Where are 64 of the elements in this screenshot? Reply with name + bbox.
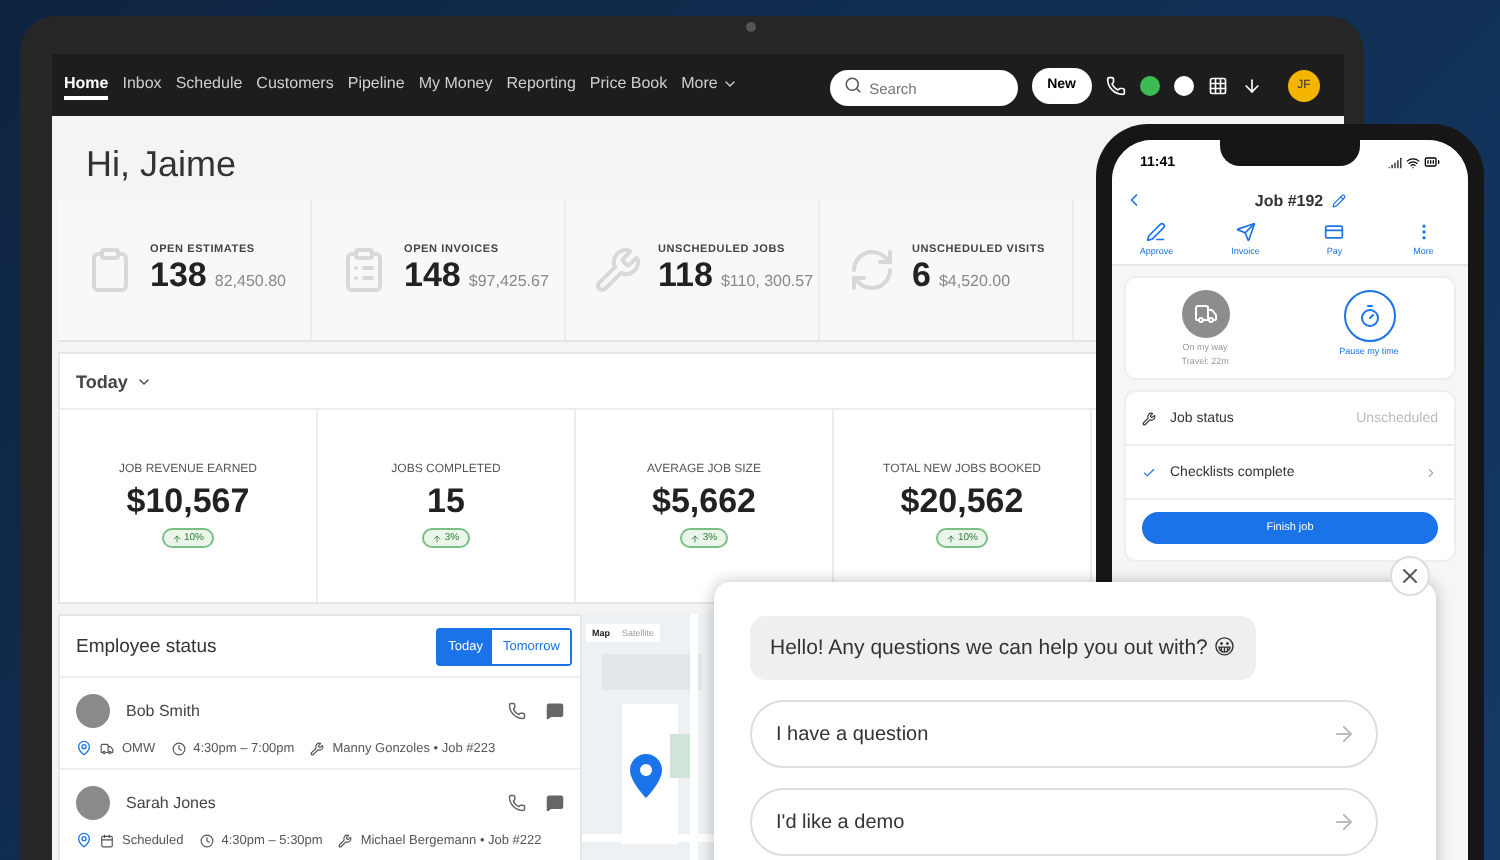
wrench-icon xyxy=(1142,411,1156,425)
truck-icon xyxy=(100,741,114,755)
nav-tab[interactable]: Reporting xyxy=(506,70,576,100)
employee-name: Sarah Jones xyxy=(126,794,216,812)
nav-tab[interactable]: Home xyxy=(64,70,109,100)
search-icon xyxy=(843,76,862,94)
summary-icon xyxy=(594,246,642,294)
kpi-value: $5,662 xyxy=(652,482,756,522)
period-select[interactable]: Today xyxy=(76,371,128,391)
nav-tab[interactable]: Price Book xyxy=(589,70,668,100)
battery-icon xyxy=(1424,154,1440,170)
nav-tab[interactable]: More xyxy=(681,70,738,100)
summary-amount: $97,425.67 xyxy=(468,272,549,290)
phone-notch xyxy=(1220,140,1360,166)
nav-tab[interactable]: Inbox xyxy=(122,70,162,100)
pin-icon xyxy=(76,740,92,756)
invoice-icon xyxy=(1235,222,1256,242)
kpi-value: $20,562 xyxy=(900,482,1024,522)
nav-tab[interactable]: Customers xyxy=(256,70,334,100)
chat-message: Hello! Any questions we can help you out with? 😀 xyxy=(750,616,1256,680)
kpi-value: $10,567 xyxy=(126,482,250,522)
calendar-icon xyxy=(100,833,114,847)
signal-icon xyxy=(1388,155,1402,169)
summary-amount: 82,450.80 xyxy=(214,272,286,290)
avatar xyxy=(76,694,110,728)
nav-tab[interactable]: Schedule xyxy=(175,70,243,100)
download-icon[interactable] xyxy=(1242,75,1262,95)
message-icon[interactable] xyxy=(546,794,564,812)
summary-icon xyxy=(86,246,134,294)
clock-icon xyxy=(199,833,214,847)
summary-icon xyxy=(340,246,388,294)
arrow-icon xyxy=(1332,722,1356,746)
wrench-icon xyxy=(310,741,325,755)
chat-option[interactable]: I have a question xyxy=(750,700,1378,768)
employee-name: Bob Smith xyxy=(126,702,200,720)
message-icon[interactable] xyxy=(546,702,564,720)
kpi-value: 15 xyxy=(427,482,465,522)
stopwatch-icon xyxy=(1357,304,1382,328)
avatar xyxy=(76,786,110,820)
close-icon xyxy=(1398,564,1422,588)
summary-count: 138 xyxy=(150,256,207,294)
pin-icon xyxy=(76,832,92,848)
truck-icon xyxy=(1193,302,1218,326)
job-title: Job #192 xyxy=(1254,191,1324,209)
wrench-icon xyxy=(338,833,353,847)
check-icon xyxy=(1142,465,1156,479)
summary-count: 148 xyxy=(404,256,461,294)
summary-icon xyxy=(848,246,896,294)
greeting: Hi, Jaime xyxy=(86,144,237,188)
nav-tab[interactable]: My Money xyxy=(418,70,493,100)
approve-icon xyxy=(1146,222,1167,242)
summary-count: 118 xyxy=(658,256,713,294)
clock-icon xyxy=(171,741,186,755)
wifi-icon xyxy=(1406,155,1420,169)
pay-icon xyxy=(1324,222,1345,242)
apps-icon[interactable] xyxy=(1208,75,1228,95)
summary-amount: $110, 300.57 xyxy=(720,272,814,290)
card-title: Employee status xyxy=(76,635,217,657)
edit-icon[interactable] xyxy=(1331,193,1346,207)
summary-amount: $4,520.00 xyxy=(938,272,1011,290)
arrow-icon xyxy=(1332,810,1356,834)
nav-tab[interactable]: Pipeline xyxy=(347,70,405,100)
summary-count: 6 xyxy=(912,256,931,294)
chat-option[interactable]: I'd like a demo xyxy=(750,788,1378,856)
